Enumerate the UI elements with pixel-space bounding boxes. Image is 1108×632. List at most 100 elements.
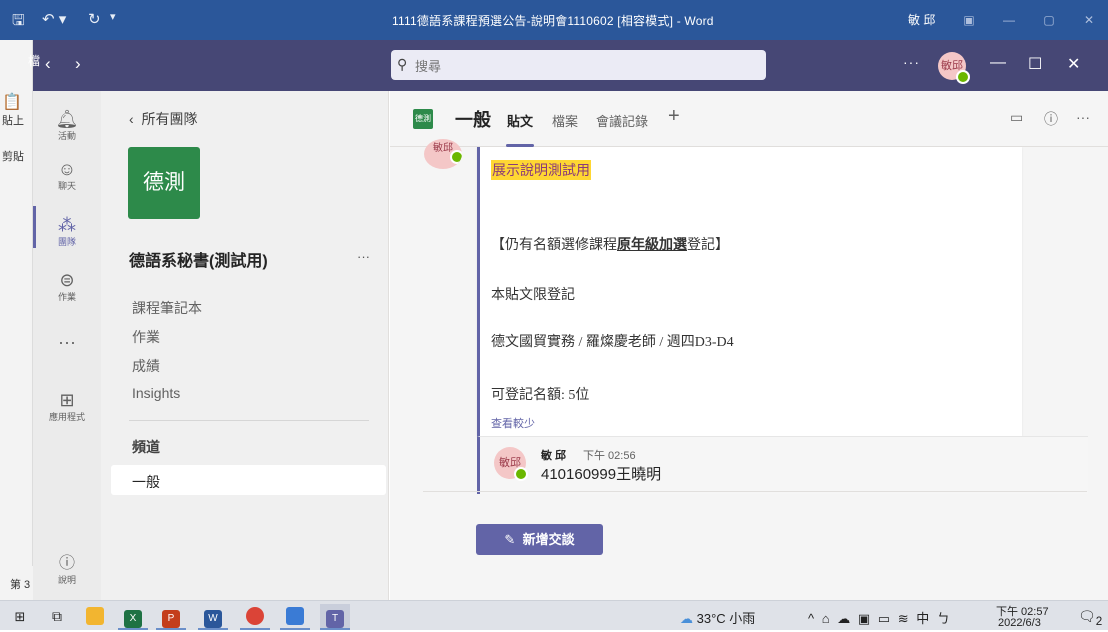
channel-header: 德測 一般 貼文 檔案 會議記錄 + ▭ ⓘ ··· — [390, 91, 1108, 147]
rail-chat[interactable]: ☺ 聊天 — [33, 158, 101, 192]
presence-available-icon — [514, 467, 528, 481]
all-teams-link[interactable]: ‹ 所有團隊 — [129, 109, 197, 129]
clock-date[interactable]: 2022/6/3 — [998, 617, 1041, 629]
tab-files[interactable]: 檔案 — [552, 111, 578, 130]
see-less-link[interactable]: 查看較少 — [491, 415, 535, 431]
word-restore-icon[interactable]: ▢ — [1030, 0, 1068, 40]
system-tray[interactable]: ^ ⌂ ☁ ▣ ▭ ≋ 中 ㄅ — [808, 608, 952, 627]
more-options-icon[interactable]: ··· — [1076, 109, 1090, 125]
profile-avatar[interactable]: 敏邱 — [938, 52, 970, 84]
team-tile: 德測 — [128, 147, 200, 219]
presence-available-icon — [956, 70, 970, 84]
teams-minimize-icon[interactable]: — — [990, 54, 1006, 72]
team-link-assignments[interactable]: 作業 — [132, 327, 160, 347]
chrome-icon — [246, 607, 264, 625]
undo-icon[interactable]: ↶ ▾ — [42, 10, 66, 28]
word-close-icon[interactable]: ✕ — [1070, 0, 1108, 40]
teams-top-bar: 檔 ‹ › ⚲ ··· 敏邱 — ☐ ✕ — [28, 40, 1108, 91]
tab-meeting-notes[interactable]: 會議記錄 — [596, 111, 648, 130]
team-more-icon[interactable]: ··· — [357, 249, 370, 264]
rail-apps[interactable]: ⊞ 應用程式 — [33, 389, 101, 423]
onedrive-icon: ☁ — [837, 611, 853, 626]
post-headline: 【仍有名額選修課程原年級加選登記】 — [491, 234, 729, 254]
taskbar-excel[interactable]: X — [118, 604, 148, 630]
taskbar-remote-desktop[interactable] — [280, 604, 310, 630]
word-user-name[interactable]: 敏 邱 — [908, 11, 935, 28]
word-ribbon-remnant: 📋 貼上 剪貼 — [0, 40, 33, 600]
teams-close-icon[interactable]: ✕ — [1067, 54, 1080, 74]
task-view-button[interactable]: ⧉ — [42, 604, 72, 628]
new-conversation-button[interactable]: ✎ 新增交談 — [476, 524, 603, 555]
word-status-bar: 第 3 — [0, 566, 33, 600]
post-author-avatar[interactable]: 敏邱 — [424, 139, 462, 169]
more-icon[interactable]: ··· — [903, 54, 920, 70]
ribbon-display-icon[interactable]: ▣ — [950, 0, 988, 40]
rail-label: 活動 — [57, 131, 76, 141]
search-box[interactable]: ⚲ — [391, 50, 766, 80]
headline-prefix: 【仍有名額選修課程 — [491, 238, 617, 253]
windows-icon: ⊞ — [14, 609, 26, 624]
taskbar-teams[interactable]: T — [320, 604, 350, 630]
clipboard-label: 剪貼 — [2, 151, 24, 163]
team-link-insights[interactable]: Insights — [132, 385, 180, 401]
assignments-icon: ⊜ — [59, 270, 75, 290]
apps-icon: ⊞ — [59, 390, 75, 410]
search-icon: ⚲ — [397, 56, 408, 72]
reply-timestamp: 下午 02:56 — [583, 450, 636, 462]
tab-posts[interactable]: 貼文 — [507, 111, 533, 130]
remote-desktop-icon — [286, 607, 304, 625]
compose-icon: ✎ — [504, 532, 516, 547]
bell-icon: 🔔︎ — [55, 109, 79, 129]
rail-teams[interactable]: ⁂ 團隊 — [33, 214, 101, 248]
add-tab-icon[interactable]: + — [668, 105, 680, 128]
info-icon[interactable]: ⓘ — [1044, 109, 1058, 129]
display-icon: ▣ — [857, 611, 873, 626]
taskbar-word[interactable]: W — [198, 604, 228, 630]
taskbar-powerpoint[interactable]: P — [156, 604, 186, 630]
channel-item-general[interactable]: 一般 — [111, 465, 386, 495]
battery-icon: ▭ — [877, 611, 893, 626]
word-file-tab[interactable]: 檔 — [28, 52, 40, 69]
notification-center[interactable]: 🗨2 — [1078, 608, 1102, 628]
taskbar-chrome[interactable] — [240, 604, 270, 630]
word-minimize-icon[interactable]: — — [990, 0, 1028, 40]
customize-toolbar-icon[interactable]: ▾ — [110, 10, 116, 23]
save-icon[interactable]: 🖫 — [12, 10, 25, 35]
team-link-grades[interactable]: 成績 — [132, 356, 160, 376]
post-highlight-text: 展示說明測試用 — [491, 160, 591, 180]
reply-author-avatar[interactable]: 敏邱 — [494, 447, 528, 481]
rail-label: 聊天 — [57, 181, 76, 191]
start-button[interactable]: ⊞ — [5, 604, 35, 628]
back-icon[interactable]: ‹ — [45, 54, 51, 74]
taskbar-file-explorer[interactable] — [80, 604, 110, 628]
channel-title: 一般 — [455, 110, 491, 130]
meet-now-icon: ⌂ — [821, 611, 832, 626]
page-indicator[interactable]: 第 3 — [10, 576, 30, 592]
chat-icon: ☺ — [57, 159, 77, 179]
channels-heading: 頻道 — [132, 439, 160, 455]
rail-more[interactable]: ··· — [33, 331, 101, 353]
search-input[interactable] — [413, 55, 757, 77]
rail-activity[interactable]: 🔔︎ 活動 — [33, 108, 101, 142]
word-title-bar: 🖫 ↶ ▾ ↻ ▾ 1111德語系課程預選公告-說明會1110602 [相容模式… — [0, 0, 1108, 40]
avatar-initials: 敏邱 — [433, 143, 453, 154]
paste-label[interactable]: 貼上 — [2, 112, 24, 128]
rail-assignments[interactable]: ⊜ 作業 — [33, 269, 101, 303]
meet-video-icon[interactable]: ▭ — [1010, 109, 1023, 126]
help-button[interactable]: ⓘ 說明 — [33, 549, 101, 586]
chevron-left-icon: ‹ — [129, 111, 134, 127]
team-link-notebook[interactable]: 課程筆記本 — [132, 298, 202, 318]
post-line: 本貼文限登記 — [491, 288, 575, 303]
teams-maximize-icon[interactable]: ☐ — [1028, 54, 1042, 74]
team-tile-small: 德測 — [413, 109, 433, 129]
weather-widget[interactable]: ☁ 33°C 小雨 — [680, 608, 755, 627]
reply-card: 敏邱 敏 邱 下午 02:56 410160999王曉明 — [477, 436, 1088, 494]
divider — [129, 420, 369, 421]
forward-icon[interactable]: › — [75, 54, 81, 74]
powerpoint-icon: P — [162, 610, 180, 628]
divider — [423, 491, 1087, 492]
redo-icon[interactable]: ↻ — [88, 10, 101, 28]
paste-icon[interactable]: 📋 — [2, 92, 22, 112]
weather-text: 33°C 小雨 — [696, 611, 756, 626]
word-icon: W — [204, 610, 222, 628]
